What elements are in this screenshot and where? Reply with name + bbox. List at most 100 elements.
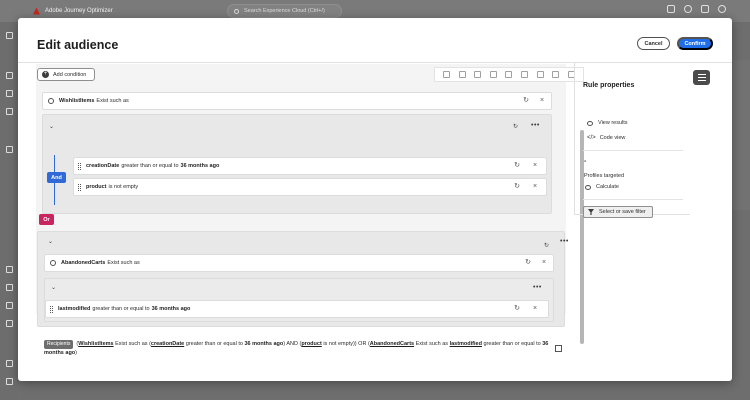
expression-summary: Recipients (WishlistItems Exist such as (… xyxy=(44,340,549,356)
canvas-toolbar xyxy=(434,67,584,82)
app-name: Adobe Journey Optimizer xyxy=(45,8,113,14)
close-icon[interactable]: × xyxy=(541,259,547,266)
nav-icon[interactable] xyxy=(6,360,13,367)
home-icon[interactable] xyxy=(6,32,13,39)
select-or-save-filter-button[interactable]: Select or save filter xyxy=(583,206,653,218)
left-nav-rail xyxy=(0,22,18,400)
chevron-down-icon[interactable]: ⌄ xyxy=(49,123,54,130)
nav-icon[interactable] xyxy=(6,378,13,385)
condition-value: 36 months ago xyxy=(180,163,220,169)
nav-icon[interactable] xyxy=(6,90,13,97)
drag-handle-icon[interactable] xyxy=(78,183,81,191)
drag-handle-icon[interactable] xyxy=(78,162,81,170)
close-icon[interactable]: × xyxy=(532,183,538,190)
plus-icon: + xyxy=(42,71,49,78)
refresh-icon[interactable]: ↻ xyxy=(525,259,531,266)
cancel-button[interactable]: Cancel xyxy=(637,37,670,50)
container-icon[interactable] xyxy=(521,71,528,78)
audience-name: AbandonedCarts xyxy=(61,260,106,266)
panel-divider xyxy=(583,199,683,200)
condition-field: creationDate xyxy=(86,163,120,169)
eye-icon xyxy=(587,120,593,126)
copy-icon[interactable] xyxy=(552,71,560,78)
condition-field: product xyxy=(86,184,107,190)
nav-icon[interactable] xyxy=(6,302,13,309)
rule-properties-title: Rule properties xyxy=(583,82,635,89)
audience-suffix: Exist such as xyxy=(96,98,129,104)
duplicate-icon[interactable] xyxy=(536,71,544,78)
modal-title: Edit audience xyxy=(37,38,119,52)
audience-name: WishlistItems xyxy=(59,98,95,104)
condition-operator: is not empty xyxy=(108,184,139,190)
refresh-icon[interactable]: ↻ xyxy=(513,123,518,130)
rule-canvas: + Add condition WishlistItems Exist such… xyxy=(36,64,584,327)
chat-icon[interactable] xyxy=(667,5,675,13)
condition-group-1: ⌄ ••• ↻ And creationDate greater than or… xyxy=(42,114,552,214)
more-icon[interactable]: ••• xyxy=(533,284,542,291)
or-operator-badge[interactable]: Or xyxy=(39,214,54,225)
refresh-icon[interactable]: ↻ xyxy=(523,97,529,104)
condition-operator: greater than or equal to xyxy=(121,163,179,169)
condition-row[interactable]: product is not empty ↻ × xyxy=(73,178,547,196)
condition-field: lastmodified xyxy=(58,306,91,312)
refresh-icon[interactable]: ↻ xyxy=(544,242,549,249)
help-icon[interactable] xyxy=(684,5,692,13)
close-icon[interactable]: × xyxy=(532,305,538,312)
edit-audience-modal: Edit audience Cancel Confirm + Add condi… xyxy=(18,18,732,381)
nested-condition-group: ⌄ ••• lastmodified greater than or equal… xyxy=(44,278,554,322)
search-placeholder: Search Experience Cloud (Ctrl+/) xyxy=(244,8,325,14)
confirm-button[interactable]: Confirm xyxy=(677,37,713,50)
condition-value: 36 months ago xyxy=(151,306,191,312)
group-icon[interactable] xyxy=(474,71,482,78)
share-icon xyxy=(50,260,56,266)
add-condition-label: Add condition xyxy=(53,71,87,78)
condition-row[interactable]: lastmodified greater than or equal to 36… xyxy=(45,300,549,318)
chevron-down-icon[interactable]: ⌄ xyxy=(51,284,56,291)
ungroup-icon[interactable] xyxy=(489,71,497,78)
properties-toggle-icon[interactable] xyxy=(693,70,710,85)
condition-group-2: ⌄ ↻ ••• AbandonedCarts Exist such as ↻ ×… xyxy=(37,231,568,327)
header-icons xyxy=(667,5,726,13)
profiles-count: - xyxy=(584,158,587,165)
add-condition-button[interactable]: + Add condition xyxy=(37,68,95,81)
close-icon[interactable]: × xyxy=(532,162,538,169)
brand: Adobe Journey Optimizer xyxy=(33,7,113,15)
drag-handle-icon[interactable] xyxy=(50,305,53,313)
backdrop-panel xyxy=(732,60,750,210)
search-icon xyxy=(234,8,239,14)
expand-icon[interactable] xyxy=(555,345,562,352)
nav-icon[interactable] xyxy=(6,72,13,79)
profiles-targeted-label: Profiles targeted xyxy=(584,173,625,179)
bell-icon[interactable] xyxy=(701,5,709,13)
avatar[interactable] xyxy=(718,5,726,13)
nav-icon[interactable] xyxy=(6,266,13,273)
chevron-down-icon[interactable]: ⌄ xyxy=(48,238,53,245)
nav-icon[interactable] xyxy=(6,320,13,327)
adobe-logo-icon xyxy=(33,7,40,15)
refresh-icon[interactable]: ↻ xyxy=(514,183,520,190)
global-search[interactable]: Search Experience Cloud (Ctrl+/) xyxy=(227,4,342,18)
code-view-link[interactable]: </> Code view xyxy=(587,135,625,141)
close-icon[interactable]: × xyxy=(539,97,545,104)
more-icon[interactable]: ••• xyxy=(560,238,569,245)
condition-row[interactable]: creationDate greater than or equal to 36… xyxy=(73,157,547,175)
refresh-icon xyxy=(585,184,591,190)
audience-card-abandoned[interactable]: AbandonedCarts Exist such as ↻ × xyxy=(44,254,554,272)
nav-icon[interactable] xyxy=(6,146,13,153)
more-icon[interactable]: ••• xyxy=(531,122,540,129)
refresh-icon[interactable]: ↻ xyxy=(514,162,520,169)
refresh-icon[interactable]: ↻ xyxy=(514,305,520,312)
calculate-link[interactable]: Calculate xyxy=(585,184,619,190)
view-results-link[interactable]: View results xyxy=(587,120,628,126)
condition-operator: greater than or equal to xyxy=(92,306,150,312)
rule-properties-panel: Rule properties View results </> Code vi… xyxy=(574,63,690,218)
nav-icon[interactable] xyxy=(6,108,13,115)
move-up-icon[interactable] xyxy=(443,71,451,78)
nest-icon[interactable] xyxy=(505,71,513,78)
and-operator-badge[interactable]: And xyxy=(47,172,66,183)
audience-card-wishlist[interactable]: WishlistItems Exist such as ↻ × xyxy=(42,92,552,110)
nav-icon[interactable] xyxy=(6,284,13,291)
recipients-badge: Recipients xyxy=(44,340,74,349)
move-down-icon[interactable] xyxy=(458,71,466,78)
code-icon: </> xyxy=(587,135,596,141)
